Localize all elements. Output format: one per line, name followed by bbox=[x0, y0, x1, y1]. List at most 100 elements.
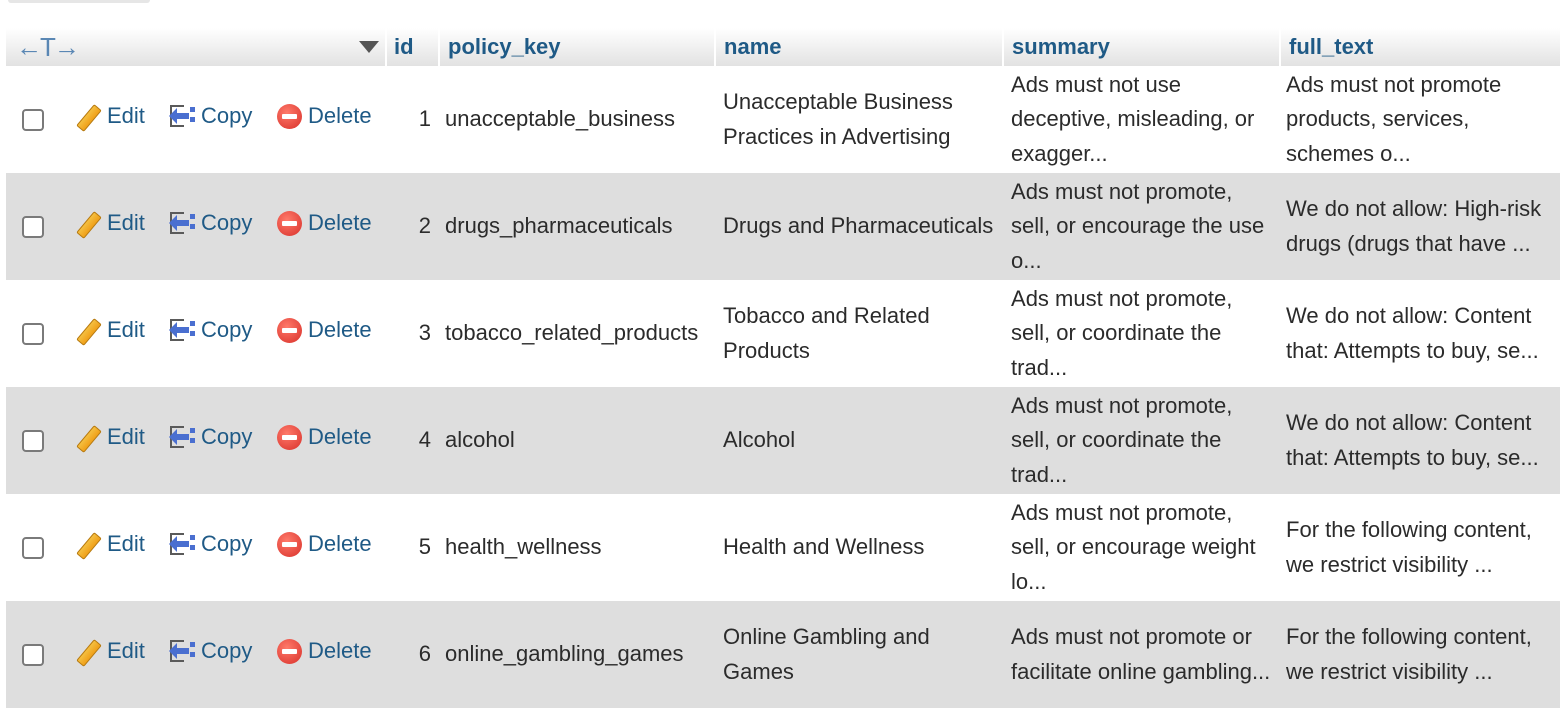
delete-icon bbox=[277, 211, 302, 237]
copy-cell: Copy bbox=[162, 280, 270, 387]
delete-icon bbox=[277, 532, 302, 558]
cell-policy-key: online_gambling_games bbox=[445, 641, 684, 667]
edit-label: Edit bbox=[107, 424, 145, 450]
delete-link[interactable]: Delete bbox=[277, 527, 372, 562]
row-checkbox[interactable] bbox=[22, 430, 44, 453]
delete-cell: Delete bbox=[270, 494, 386, 601]
cell-policy-key: health_wellness bbox=[445, 534, 602, 560]
delete-cell: Delete bbox=[270, 387, 386, 494]
edit-label: Edit bbox=[107, 638, 145, 664]
row-checkbox[interactable] bbox=[22, 109, 44, 132]
delete-link[interactable]: Delete bbox=[277, 313, 372, 348]
cell-policy-key: unacceptable_business bbox=[445, 106, 675, 132]
pencil-icon bbox=[75, 531, 101, 557]
edit-link[interactable]: Edit bbox=[75, 420, 145, 455]
edit-link[interactable]: Edit bbox=[75, 313, 145, 348]
delete-icon bbox=[277, 639, 302, 665]
edit-label: Edit bbox=[107, 210, 145, 236]
cell-summary: Ads must not promote, sell, or coordinat… bbox=[1011, 392, 1233, 487]
cell-id: 3 bbox=[418, 320, 432, 346]
row-select-cell bbox=[6, 494, 68, 601]
copy-icon bbox=[169, 103, 195, 129]
cell-name: Drugs and Pharmaceuticals bbox=[723, 213, 994, 239]
table-row: Edit Copy Delete 3 tobacco_related_produ… bbox=[6, 280, 1560, 387]
row-checkbox[interactable] bbox=[22, 216, 44, 239]
column-header-name[interactable]: name bbox=[715, 28, 1005, 66]
row-select-cell bbox=[6, 601, 68, 708]
cell-id: 5 bbox=[418, 534, 432, 560]
delete-label: Delete bbox=[308, 210, 372, 236]
pencil-icon bbox=[75, 103, 101, 129]
table-row: Edit Copy Delete 4 alcohol Alcohol Ads m… bbox=[6, 387, 1560, 494]
delete-cell: Delete bbox=[270, 601, 386, 708]
cell-full-text: For the following content, we restrict v… bbox=[1286, 624, 1532, 684]
copy-icon bbox=[169, 210, 195, 236]
copy-label: Copy bbox=[201, 424, 253, 450]
cell-id: 4 bbox=[418, 427, 432, 453]
delete-link[interactable]: Delete bbox=[277, 206, 372, 241]
edit-link[interactable]: Edit bbox=[75, 527, 145, 562]
copy-label: Copy bbox=[201, 103, 253, 129]
cell-full-text: For the following content, we restrict v… bbox=[1286, 517, 1532, 577]
results-table: ←T→ id policy_key name summary full_text… bbox=[6, 28, 1560, 708]
edit-link[interactable]: Edit bbox=[75, 634, 145, 669]
column-move-arrows-icon[interactable]: ←T→ bbox=[16, 32, 80, 62]
table-row: Edit Copy Delete 1 unacceptable_business… bbox=[6, 66, 1560, 173]
delete-cell: Delete bbox=[270, 66, 386, 173]
copy-cell: Copy bbox=[162, 601, 270, 708]
table-row: Edit Copy Delete 6 online_gambling_games… bbox=[6, 601, 1560, 708]
delete-cell: Delete bbox=[270, 280, 386, 387]
row-checkbox[interactable] bbox=[22, 323, 44, 346]
cell-full-text: Ads must not promote products, services,… bbox=[1286, 71, 1502, 166]
row-checkbox[interactable] bbox=[22, 537, 44, 560]
delete-label: Delete bbox=[308, 424, 372, 450]
delete-icon bbox=[277, 318, 302, 344]
copy-icon bbox=[169, 317, 195, 343]
cell-id: 6 bbox=[418, 641, 432, 667]
edit-label: Edit bbox=[107, 317, 145, 343]
cell-summary: Ads must not use deceptive, misleading, … bbox=[1011, 71, 1255, 166]
table-row: Edit Copy Delete 5 health_wellness Healt… bbox=[6, 494, 1560, 601]
column-header-full-text[interactable]: full_text bbox=[1280, 28, 1560, 66]
delete-link[interactable]: Delete bbox=[277, 634, 372, 669]
row-select-cell bbox=[6, 280, 68, 387]
delete-label: Delete bbox=[308, 103, 372, 129]
top-toolbar-edge bbox=[8, 0, 150, 3]
cell-name: Alcohol bbox=[723, 427, 796, 453]
column-header-id[interactable]: id bbox=[386, 28, 441, 66]
column-arrows-header[interactable]: ←T→ bbox=[6, 28, 388, 66]
row-select-cell bbox=[6, 173, 68, 280]
cell-id: 2 bbox=[418, 213, 432, 239]
copy-cell: Copy bbox=[162, 494, 270, 601]
copy-cell: Copy bbox=[162, 173, 270, 280]
delete-link[interactable]: Delete bbox=[277, 420, 372, 455]
copy-link[interactable]: Copy bbox=[169, 313, 252, 348]
cell-full-text: We do not allow: Content that: Attempts … bbox=[1286, 410, 1539, 470]
copy-link[interactable]: Copy bbox=[169, 420, 252, 455]
pencil-icon bbox=[75, 424, 101, 450]
copy-link[interactable]: Copy bbox=[169, 634, 252, 669]
delete-link[interactable]: Delete bbox=[277, 99, 372, 134]
copy-link[interactable]: Copy bbox=[169, 99, 252, 134]
cell-policy-key: tobacco_related_products bbox=[445, 320, 699, 346]
cell-full-text: We do not allow: Content that: Attempts … bbox=[1286, 303, 1539, 363]
copy-link[interactable]: Copy bbox=[169, 527, 252, 562]
edit-cell: Edit bbox=[68, 173, 162, 280]
row-select-cell bbox=[6, 66, 68, 173]
copy-cell: Copy bbox=[162, 66, 270, 173]
column-header-policy-key[interactable]: policy_key bbox=[439, 28, 717, 66]
edit-link[interactable]: Edit bbox=[75, 99, 145, 134]
cell-name: Tobacco and Related Products bbox=[723, 303, 930, 363]
cell-name: Unacceptable Business Practices in Adver… bbox=[723, 89, 953, 149]
row-checkbox[interactable] bbox=[22, 644, 44, 667]
edit-label: Edit bbox=[107, 103, 145, 129]
copy-link[interactable]: Copy bbox=[169, 206, 252, 241]
column-header-summary[interactable]: summary bbox=[1003, 28, 1282, 66]
edit-cell: Edit bbox=[68, 66, 162, 173]
edit-cell: Edit bbox=[68, 387, 162, 494]
options-dropdown-icon[interactable] bbox=[359, 41, 380, 53]
cell-id: 1 bbox=[418, 106, 432, 132]
delete-icon bbox=[277, 104, 302, 130]
edit-cell: Edit bbox=[68, 601, 162, 708]
edit-link[interactable]: Edit bbox=[75, 206, 145, 241]
